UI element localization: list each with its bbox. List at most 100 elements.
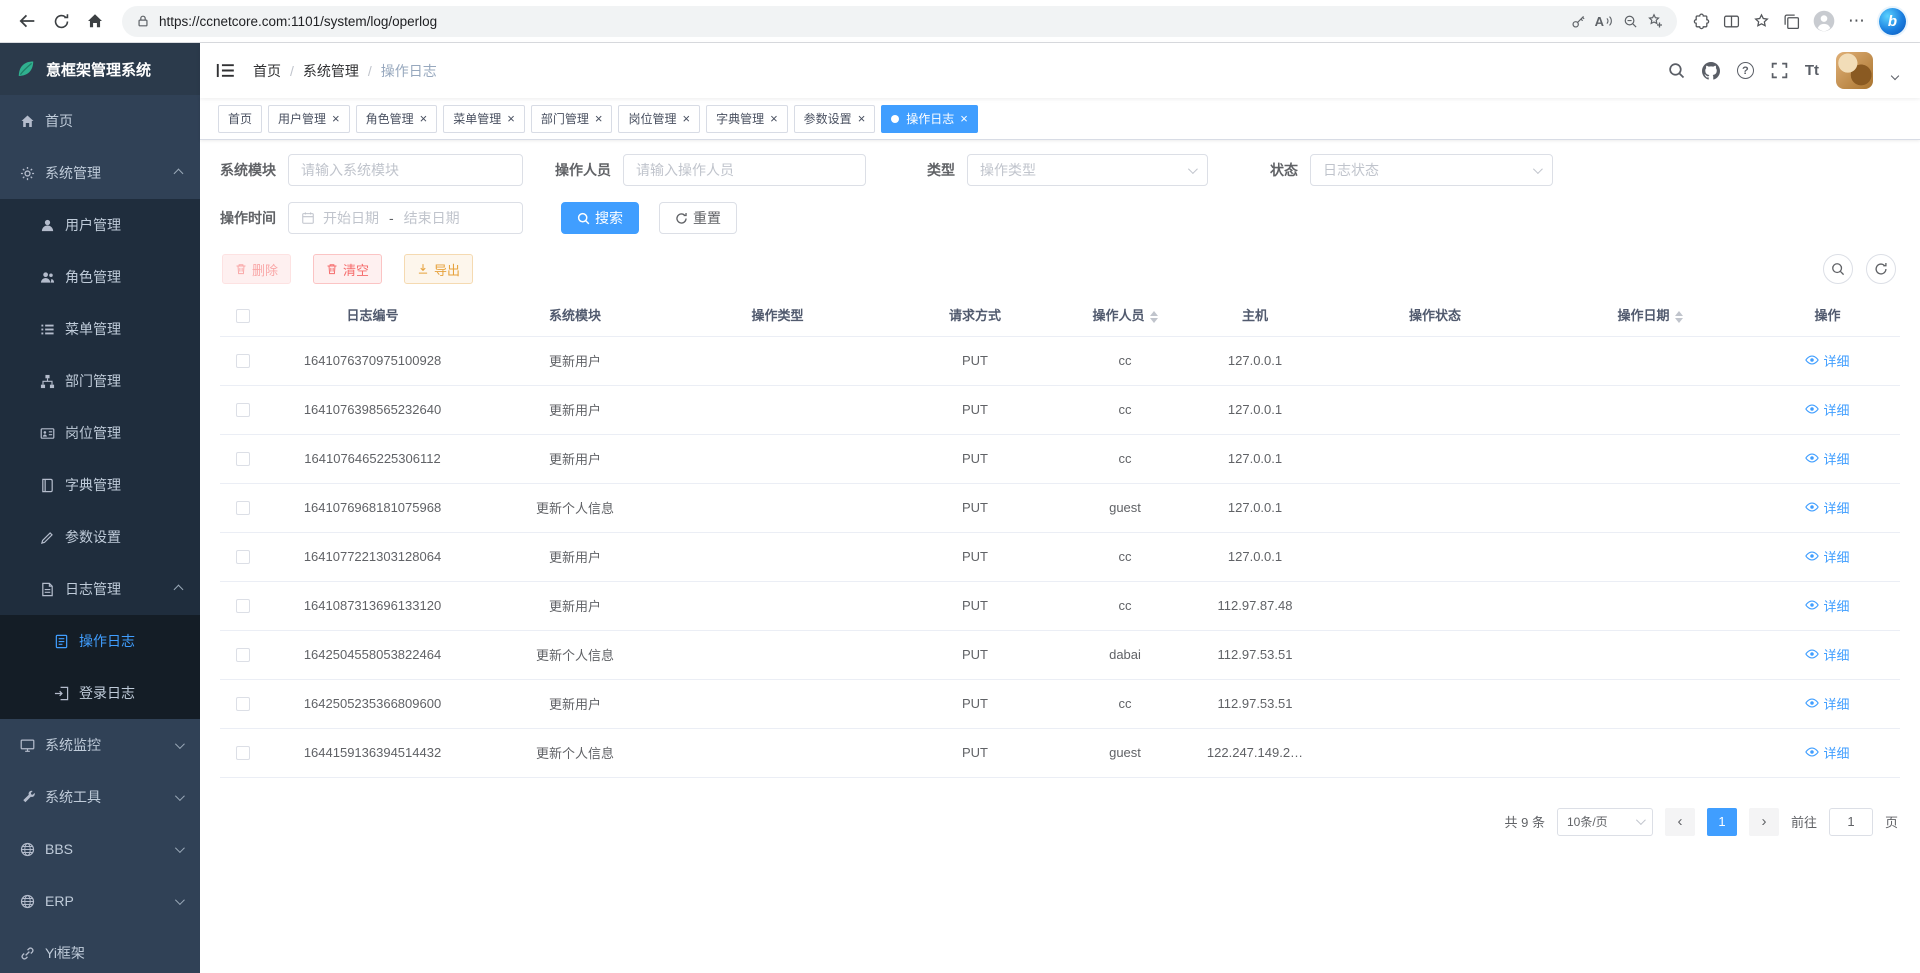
sidebar-item-bbs[interactable]: BBS xyxy=(0,823,200,875)
browser-refresh-button[interactable] xyxy=(44,4,78,38)
sidebar-item-role-management[interactable]: 角色管理 xyxy=(0,251,200,303)
zoom-out-icon[interactable] xyxy=(1623,14,1638,29)
read-aloud-icon[interactable]: A xyxy=(1595,14,1614,29)
refresh-table-button[interactable] xyxy=(1866,254,1896,284)
sidebar-item-yi-framework[interactable]: Yi框架 xyxy=(0,927,200,973)
password-key-icon[interactable] xyxy=(1571,14,1586,29)
sidebar-item-system-monitor[interactable]: 系统监控 xyxy=(0,719,200,771)
page-1-button[interactable]: 1 xyxy=(1707,808,1737,836)
detail-link[interactable]: 详细 xyxy=(1805,400,1849,419)
split-screen-icon[interactable] xyxy=(1723,13,1740,30)
tab-post-management[interactable]: 岗位管理× xyxy=(618,105,700,133)
tab-home[interactable]: 首页 xyxy=(218,105,262,133)
breadcrumb-item-system[interactable]: 系统管理 xyxy=(303,61,359,81)
detail-link[interactable]: 详细 xyxy=(1805,694,1849,713)
row-checkbox[interactable] xyxy=(236,550,250,564)
sidebar-item-system-tools[interactable]: 系统工具 xyxy=(0,771,200,823)
close-icon[interactable]: × xyxy=(858,112,866,125)
sidebar-item-log-management[interactable]: 日志管理 xyxy=(0,563,200,615)
close-icon[interactable]: × xyxy=(682,112,690,125)
sidebar-item-user-management[interactable]: 用户管理 xyxy=(0,199,200,251)
detail-link[interactable]: 详细 xyxy=(1805,645,1849,664)
search-button[interactable]: 搜索 xyxy=(561,202,639,234)
breadcrumb-item-home[interactable]: 首页 xyxy=(253,61,281,81)
close-icon[interactable]: × xyxy=(507,112,515,125)
close-icon[interactable]: × xyxy=(770,112,778,125)
tab-operation-log[interactable]: 操作日志× xyxy=(881,105,978,133)
tab-parameter-settings[interactable]: 参数设置× xyxy=(794,105,876,133)
row-checkbox[interactable] xyxy=(236,697,250,711)
col-operator[interactable]: 操作人员 xyxy=(1065,294,1185,336)
row-checkbox[interactable] xyxy=(236,501,250,515)
row-checkbox[interactable] xyxy=(236,354,250,368)
sidebar-item-department-management[interactable]: 部门管理 xyxy=(0,355,200,407)
row-checkbox[interactable] xyxy=(236,746,250,760)
sidebar-item-home[interactable]: 首页 xyxy=(0,95,200,147)
detail-link[interactable]: 详细 xyxy=(1805,449,1849,468)
close-icon[interactable]: × xyxy=(332,112,340,125)
sidebar-item-system-management[interactable]: 系统管理 xyxy=(0,147,200,199)
detail-link[interactable]: 详细 xyxy=(1805,596,1849,615)
detail-link[interactable]: 详细 xyxy=(1805,743,1849,762)
clear-button[interactable]: 清空 xyxy=(313,254,382,284)
address-bar[interactable]: https://ccnetcore.com:1101/system/log/op… xyxy=(122,6,1677,37)
tab-department-management[interactable]: 部门管理× xyxy=(531,105,613,133)
export-button[interactable]: 导出 xyxy=(404,254,473,284)
prev-page-button[interactable]: ‹ xyxy=(1665,808,1695,836)
extensions-puzzle-icon[interactable] xyxy=(1693,13,1710,30)
tab-user-management[interactable]: 用户管理× xyxy=(268,105,350,133)
browser-profile-avatar[interactable] xyxy=(1813,10,1835,32)
sort-icon[interactable] xyxy=(1150,311,1158,323)
next-page-button[interactable]: › xyxy=(1749,808,1779,836)
font-size-icon[interactable]: Tt xyxy=(1805,62,1819,79)
browser-back-button[interactable] xyxy=(10,4,44,38)
detail-link[interactable]: 详细 xyxy=(1805,351,1849,370)
help-question-icon[interactable]: ? xyxy=(1737,62,1754,79)
tab-role-management[interactable]: 角色管理× xyxy=(356,105,438,133)
row-checkbox[interactable] xyxy=(236,599,250,613)
tab-menu-management[interactable]: 菜单管理× xyxy=(443,105,525,133)
copilot-bing-icon[interactable]: b xyxy=(1879,8,1906,35)
detail-link[interactable]: 详细 xyxy=(1805,547,1849,566)
reset-button[interactable]: 重置 xyxy=(659,202,737,234)
user-avatar[interactable] xyxy=(1836,52,1873,89)
fullscreen-icon[interactable] xyxy=(1771,62,1788,79)
url-text[interactable]: https://ccnetcore.com:1101/system/log/op… xyxy=(159,14,1562,29)
browser-home-button[interactable] xyxy=(78,4,112,38)
avatar-dropdown-caret-icon[interactable] xyxy=(1891,71,1899,79)
status-select[interactable]: 日志状态 xyxy=(1310,154,1553,186)
close-icon[interactable]: × xyxy=(595,112,603,125)
sidebar-item-login-log[interactable]: 登录日志 xyxy=(0,667,200,719)
sort-icon[interactable] xyxy=(1675,311,1683,323)
sidebar-item-parameter-settings[interactable]: 参数设置 xyxy=(0,511,200,563)
operator-input[interactable] xyxy=(636,162,853,178)
menu-fold-icon[interactable] xyxy=(216,61,235,80)
add-favorite-star-icon[interactable] xyxy=(1647,13,1663,29)
app-logo[interactable]: 意框架管理系统 xyxy=(0,43,200,95)
col-date[interactable]: 操作日期 xyxy=(1545,294,1755,336)
row-checkbox[interactable] xyxy=(236,452,250,466)
detail-link[interactable]: 详细 xyxy=(1805,498,1849,517)
sidebar-item-post-management[interactable]: 岗位管理 xyxy=(0,407,200,459)
type-select[interactable]: 操作类型 xyxy=(967,154,1208,186)
goto-page-input[interactable] xyxy=(1829,808,1873,836)
close-icon[interactable]: × xyxy=(420,112,428,125)
date-range-picker[interactable]: 开始日期 - 结束日期 xyxy=(288,202,523,234)
sidebar-item-erp[interactable]: ERP xyxy=(0,875,200,927)
module-input[interactable] xyxy=(301,162,510,178)
select-all-checkbox[interactable] xyxy=(236,309,250,323)
row-checkbox[interactable] xyxy=(236,403,250,417)
github-icon[interactable] xyxy=(1702,62,1720,80)
delete-button[interactable]: 删除 xyxy=(222,254,291,284)
page-size-select[interactable]: 10条/页 xyxy=(1557,808,1653,836)
browser-settings-more-icon[interactable]: ⋯ xyxy=(1848,11,1866,31)
toggle-search-button[interactable] xyxy=(1823,254,1853,284)
sidebar-item-menu-management[interactable]: 菜单管理 xyxy=(0,303,200,355)
collections-icon[interactable] xyxy=(1783,13,1800,30)
row-checkbox[interactable] xyxy=(236,648,250,662)
header-search-icon[interactable] xyxy=(1668,62,1685,79)
tab-dictionary-management[interactable]: 字典管理× xyxy=(706,105,788,133)
close-icon[interactable]: × xyxy=(960,112,968,125)
sidebar-item-dictionary-management[interactable]: 字典管理 xyxy=(0,459,200,511)
favorites-bar-icon[interactable] xyxy=(1753,13,1770,30)
